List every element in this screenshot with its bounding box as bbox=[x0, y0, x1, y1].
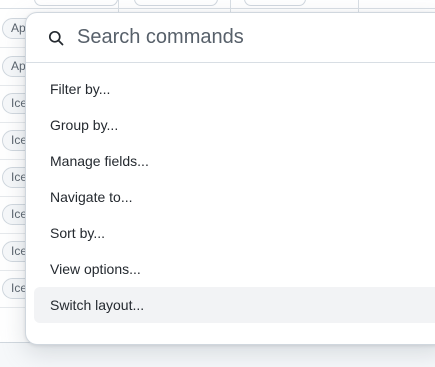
command-label: Sort by... bbox=[50, 225, 105, 241]
command-filter-by[interactable]: Filter by... bbox=[34, 71, 435, 107]
command-label: Switch layout... bbox=[50, 297, 145, 313]
command-navigate-to[interactable]: Navigate to... bbox=[34, 179, 435, 215]
table-header bbox=[0, 0, 435, 12]
header-field-pill[interactable] bbox=[244, 0, 306, 6]
command-palette: Filter by... Group by... Manage fields..… bbox=[25, 12, 435, 345]
command-label: Navigate to... bbox=[50, 189, 133, 205]
command-switch-layout[interactable]: Switch layout... bbox=[34, 287, 435, 323]
command-label: Group by... bbox=[50, 117, 119, 133]
header-field-pill[interactable] bbox=[34, 0, 118, 6]
command-list: Filter by... Group by... Manage fields..… bbox=[26, 71, 435, 323]
command-sort-by[interactable]: Sort by... bbox=[34, 215, 435, 251]
command-manage-fields[interactable]: Manage fields... bbox=[34, 143, 435, 179]
command-search-input[interactable] bbox=[77, 22, 435, 52]
command-view-options[interactable]: View options... bbox=[34, 251, 435, 287]
command-label: Manage fields... bbox=[50, 153, 149, 169]
command-search-bar bbox=[26, 13, 435, 63]
search-icon bbox=[48, 30, 64, 46]
command-label: View options... bbox=[50, 261, 141, 277]
command-group-by[interactable]: Group by... bbox=[34, 107, 435, 143]
command-label: Filter by... bbox=[50, 81, 111, 97]
header-field-pill[interactable] bbox=[134, 0, 218, 6]
